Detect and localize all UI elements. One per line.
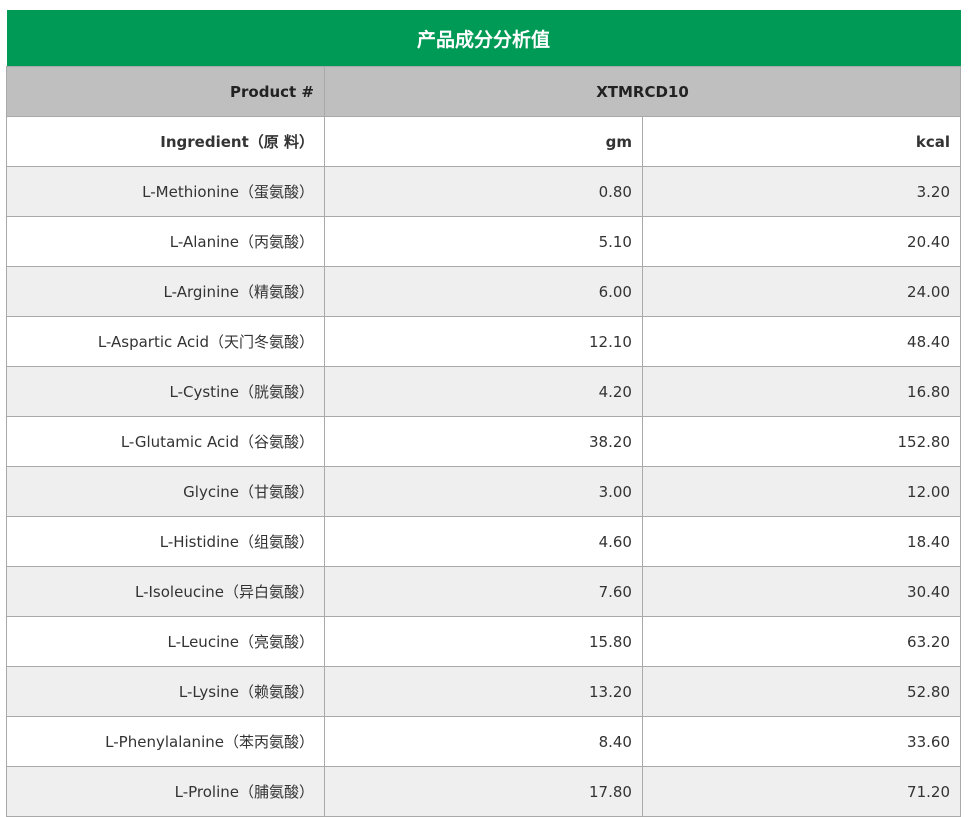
cell-kcal: 63.20 <box>641 616 962 667</box>
table-row: L-Glutamic Acid（谷氨酸） 38.20 152.80 <box>6 416 962 467</box>
cell-gm: 38.20 <box>323 416 643 467</box>
table-row: L-Methionine（蛋氨酸） 0.80 3.20 <box>6 166 962 217</box>
cell-ingredient: Glycine（甘氨酸） <box>6 466 325 517</box>
product-row: Product # XTMRCD10 <box>6 66 962 117</box>
cell-ingredient: L-Alanine（丙氨酸） <box>6 216 325 267</box>
cell-ingredient: L-Proline（脯氨酸） <box>6 766 325 817</box>
cell-gm: 0.80 <box>323 166 643 217</box>
cell-ingredient: L-Lysine（赖氨酸） <box>6 666 325 717</box>
cell-gm: 15.80 <box>323 616 643 667</box>
table-row: L-Leucine（亮氨酸） 15.80 63.20 <box>6 616 962 667</box>
cell-ingredient: L-Histidine（组氨酸） <box>6 516 325 567</box>
cell-gm: 6.00 <box>323 266 643 317</box>
cell-kcal: 52.80 <box>641 666 962 717</box>
composition-table: 产品成分分析值 Product # XTMRCD10 Ingredient（原 … <box>6 10 962 817</box>
cell-kcal: 30.40 <box>641 566 962 617</box>
cell-kcal: 18.40 <box>641 516 962 567</box>
cell-kcal: 71.20 <box>641 766 962 817</box>
cell-gm: 3.00 <box>323 466 643 517</box>
column-header-kcal: kcal <box>641 116 962 167</box>
column-header-gm: gm <box>323 116 643 167</box>
cell-ingredient: L-Arginine（精氨酸） <box>6 266 325 317</box>
table-row: L-Histidine（组氨酸） 4.60 18.40 <box>6 516 962 567</box>
cell-ingredient: L-Cystine（胱氨酸） <box>6 366 325 417</box>
cell-ingredient: L-Leucine（亮氨酸） <box>6 616 325 667</box>
cell-gm: 17.80 <box>323 766 643 817</box>
table-title: 产品成分分析值 <box>6 10 961 67</box>
table-row: L-Lysine（赖氨酸） 13.20 52.80 <box>6 666 962 717</box>
cell-gm: 4.60 <box>323 516 643 567</box>
cell-kcal: 12.00 <box>641 466 962 517</box>
product-value: XTMRCD10 <box>323 66 962 117</box>
table-row: L-Alanine（丙氨酸） 5.10 20.40 <box>6 216 962 267</box>
cell-kcal: 20.40 <box>641 216 962 267</box>
cell-gm: 8.40 <box>323 716 643 767</box>
cell-kcal: 152.80 <box>641 416 962 467</box>
analysis-table-container: 产品成分分析值 Product # XTMRCD10 Ingredient（原 … <box>6 10 962 817</box>
column-header-ingredient: Ingredient（原 料） <box>6 116 325 167</box>
cell-gm: 7.60 <box>323 566 643 617</box>
cell-kcal: 16.80 <box>641 366 962 417</box>
table-row: L-Cystine（胱氨酸） 4.20 16.80 <box>6 366 962 417</box>
cell-gm: 4.20 <box>323 366 643 417</box>
cell-gm: 13.20 <box>323 666 643 717</box>
cell-ingredient: L-Glutamic Acid（谷氨酸） <box>6 416 325 467</box>
cell-ingredient: L-Aspartic Acid（天门冬氨酸） <box>6 316 325 367</box>
table-row: L-Arginine（精氨酸） 6.00 24.00 <box>6 266 962 317</box>
cell-kcal: 24.00 <box>641 266 962 317</box>
table-row: L-Proline（脯氨酸） 17.80 71.20 <box>6 766 962 817</box>
cell-kcal: 33.60 <box>641 716 962 767</box>
cell-ingredient: L-Isoleucine（异白氨酸） <box>6 566 325 617</box>
cell-ingredient: L-Phenylalanine（苯丙氨酸） <box>6 716 325 767</box>
cell-kcal: 3.20 <box>641 166 962 217</box>
table-title-row: 产品成分分析值 <box>6 10 961 67</box>
cell-ingredient: L-Methionine（蛋氨酸） <box>6 166 325 217</box>
cell-kcal: 48.40 <box>641 316 962 367</box>
table-row: L-Isoleucine（异白氨酸） 7.60 30.40 <box>6 566 962 617</box>
table-row: Glycine（甘氨酸） 3.00 12.00 <box>6 466 962 517</box>
cell-gm: 5.10 <box>323 216 643 267</box>
product-label: Product # <box>6 66 325 117</box>
column-header-row: Ingredient（原 料） gm kcal <box>6 116 962 167</box>
table-row: L-Phenylalanine（苯丙氨酸） 8.40 33.60 <box>6 716 962 767</box>
cell-gm: 12.10 <box>323 316 643 367</box>
table-row: L-Aspartic Acid（天门冬氨酸） 12.10 48.40 <box>6 316 962 367</box>
